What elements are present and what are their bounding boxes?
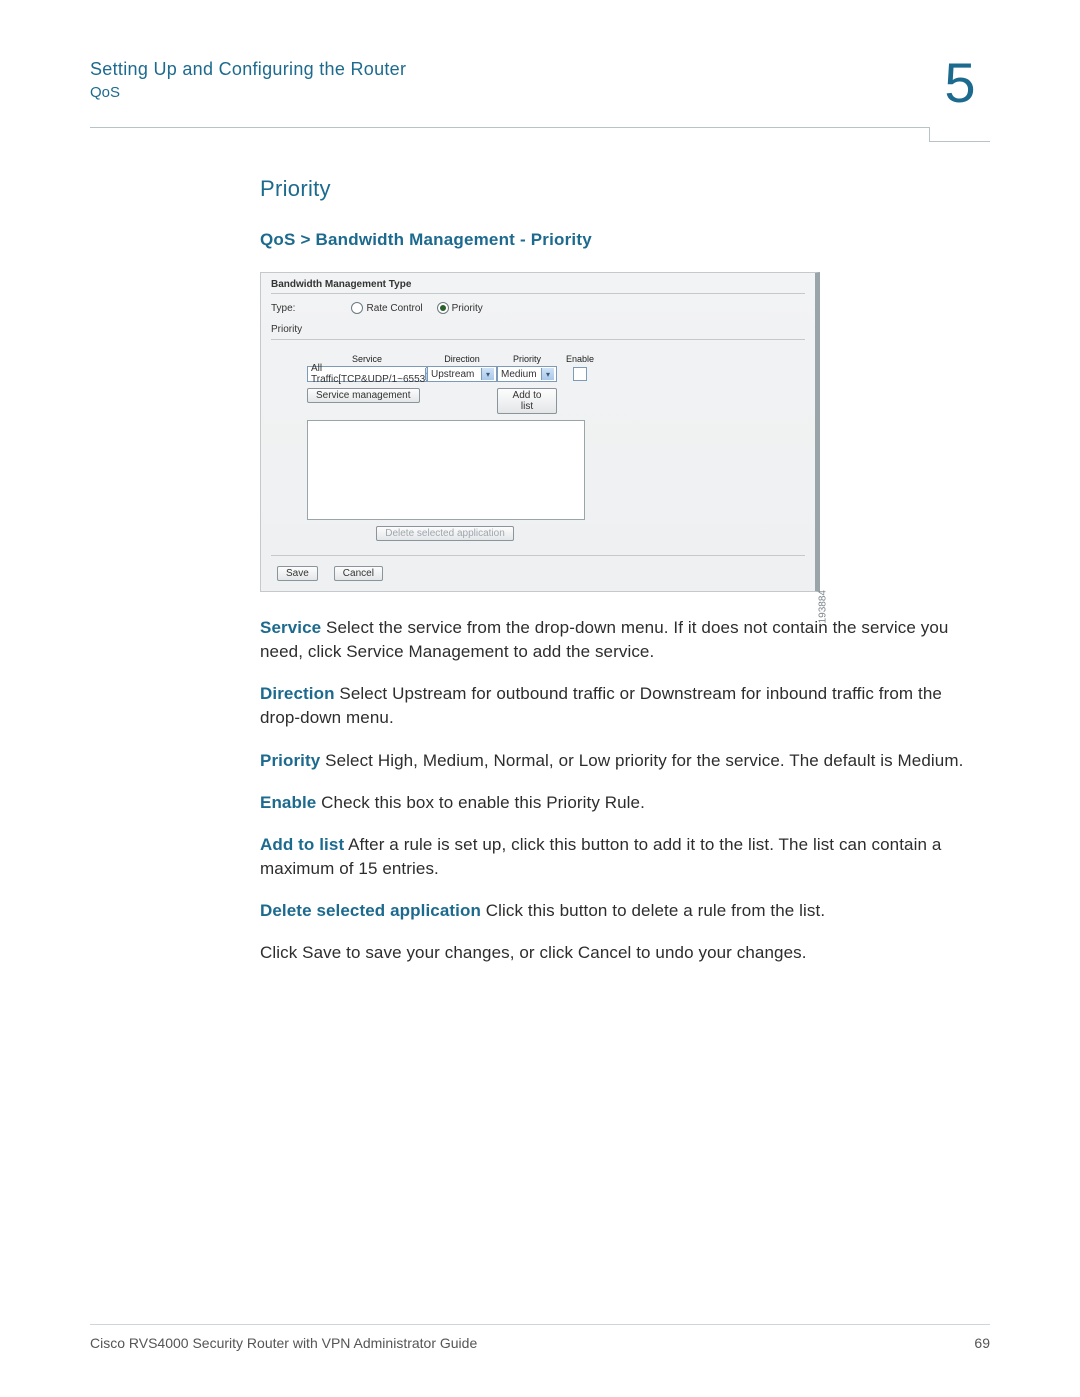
- radio-rate-control[interactable]: Rate Control: [351, 302, 422, 314]
- chapter-title: Setting Up and Configuring the Router: [90, 59, 406, 80]
- enable-checkbox[interactable]: [573, 367, 587, 381]
- radio-icon: [437, 302, 449, 314]
- para-service: Service Select the service from the drop…: [260, 616, 980, 664]
- panel-title-bandwidth: Bandwidth Management Type: [271, 279, 805, 294]
- chevron-down-icon: ▾: [481, 368, 494, 380]
- radio-rate-label: Rate Control: [366, 303, 422, 314]
- footer-title: Cisco RVS4000 Security Router with VPN A…: [90, 1335, 477, 1351]
- direction-select-value: Upstream: [431, 369, 474, 380]
- term-enable: Enable: [260, 793, 316, 812]
- chapter-number: 5: [930, 55, 990, 111]
- col-priority: Priority: [497, 354, 557, 364]
- service-select-value: All Traffic[TCP&UDP/1~6553: [311, 363, 425, 385]
- radio-priority-label: Priority: [452, 303, 483, 314]
- text-enable: Check this box to enable this Priority R…: [316, 793, 645, 812]
- term-add: Add to list: [260, 835, 344, 854]
- delete-selected-button[interactable]: Delete selected application: [376, 526, 514, 541]
- term-priority: Priority: [260, 751, 320, 770]
- rules-listbox[interactable]: [307, 420, 585, 520]
- service-management-button[interactable]: Service management: [307, 388, 420, 403]
- para-add: Add to list After a rule is set up, clic…: [260, 833, 980, 881]
- page-number: 69: [974, 1335, 990, 1351]
- breadcrumb: QoS > Bandwidth Management - Priority: [260, 230, 980, 250]
- priority-select[interactable]: Medium ▾: [497, 366, 557, 382]
- col-enable: Enable: [557, 354, 603, 364]
- type-label: Type:: [271, 303, 295, 314]
- para-direction: Direction Select Upstream for outbound t…: [260, 682, 980, 730]
- header-rule: [90, 123, 990, 138]
- radio-priority[interactable]: Priority: [437, 302, 483, 314]
- para-delete: Delete selected application Click this b…: [260, 899, 980, 923]
- chevron-down-icon: ▾: [541, 368, 554, 380]
- panel-title-priority: Priority: [271, 324, 805, 340]
- para-enable: Enable Check this box to enable this Pri…: [260, 791, 980, 815]
- add-to-list-button[interactable]: Add to list: [497, 388, 557, 414]
- section-heading-priority: Priority: [260, 176, 980, 202]
- para-priority: Priority Select High, Medium, Normal, or…: [260, 749, 980, 773]
- text-service: Select the service from the drop-down me…: [260, 618, 948, 661]
- direction-select[interactable]: Upstream ▾: [427, 366, 497, 382]
- service-select[interactable]: All Traffic[TCP&UDP/1~6553 ▾: [307, 366, 427, 382]
- para-save: Click Save to save your changes, or clic…: [260, 941, 980, 965]
- text-add: After a rule is set up, click this butto…: [260, 835, 941, 878]
- term-delete: Delete selected application: [260, 901, 481, 920]
- screenshot-figure: Bandwidth Management Type Type: Rate Con…: [260, 272, 826, 592]
- chapter-subtitle: QoS: [90, 84, 406, 101]
- radio-icon: [351, 302, 363, 314]
- text-direction: Select Upstream for outbound traffic or …: [260, 684, 942, 727]
- term-service: Service: [260, 618, 321, 637]
- term-direction: Direction: [260, 684, 335, 703]
- save-button[interactable]: Save: [277, 566, 318, 581]
- cancel-button[interactable]: Cancel: [334, 566, 383, 581]
- figure-id: 193884: [817, 590, 828, 623]
- text-delete: Click this button to delete a rule from …: [481, 901, 825, 920]
- priority-select-value: Medium: [501, 369, 537, 380]
- text-priority: Select High, Medium, Normal, or Low prio…: [320, 751, 963, 770]
- col-direction: Direction: [427, 354, 497, 364]
